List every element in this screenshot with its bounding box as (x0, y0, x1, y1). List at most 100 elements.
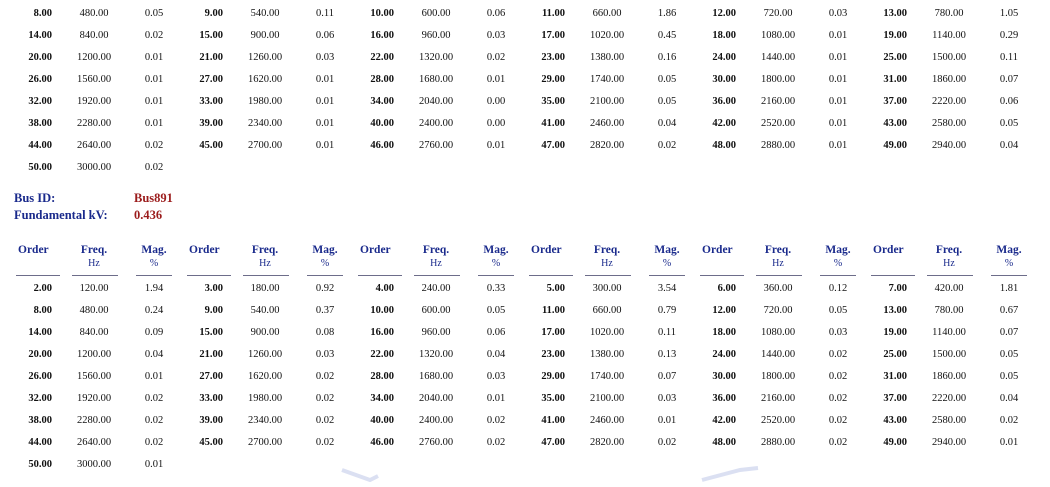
freq-cell: 2040.00 (418, 393, 454, 404)
freq-cell: 1740.00 (589, 371, 625, 382)
header-mag-unit: % (320, 258, 330, 269)
freq-cell: 1080.00 (760, 30, 796, 41)
order-cell: 43.00 (883, 118, 907, 129)
freq-cell: 2520.00 (760, 118, 796, 129)
order-cell: 13.00 (883, 305, 907, 316)
freq-cell: 120.00 (79, 283, 109, 294)
order-cell: 19.00 (883, 30, 907, 41)
table-row: 14.00 840.00 0.02 15.00 900.00 0.06 16.00 960.0… (0, 25, 1050, 47)
freq-cell: 1680.00 (418, 371, 454, 382)
freq-cell: 300.00 (592, 283, 622, 294)
mag-cell: 0.01 (315, 96, 335, 107)
freq-cell: 2220.00 (931, 393, 967, 404)
header-freq-unit: Hz (943, 258, 955, 269)
mag-cell: 0.79 (657, 305, 677, 316)
order-cell: 8.00 (33, 8, 52, 19)
table-row: 26.00 1560.00 0.01 27.00 1620.00 0.02 28.00 168… (0, 366, 1050, 388)
order-cell: 43.00 (883, 415, 907, 426)
mag-cell: 0.02 (144, 140, 164, 151)
mag-cell: 0.01 (657, 415, 677, 426)
header-order: Order (873, 244, 904, 256)
freq-cell: 2040.00 (418, 96, 454, 107)
header-underline (871, 275, 915, 276)
order-cell: 22.00 (370, 52, 394, 63)
mag-cell: 0.02 (315, 437, 335, 448)
header-mag: Mag.% (474, 244, 518, 269)
order-cell: 18.00 (712, 327, 736, 338)
freq-cell: 2700.00 (247, 437, 283, 448)
freq-cell: 1080.00 (760, 327, 796, 338)
header-mag-unit: % (1004, 258, 1014, 269)
order-cell: 11.00 (541, 8, 565, 19)
freq-cell: 2520.00 (760, 415, 796, 426)
order-cell: 32.00 (28, 96, 52, 107)
order-cell: 3.00 (204, 283, 223, 294)
mag-cell: 0.01 (828, 52, 848, 63)
bus-id-value: Bus891 (134, 191, 173, 205)
mag-cell: 0.02 (828, 393, 848, 404)
header-freq-unit: Hz (601, 258, 613, 269)
freq-cell: 1200.00 (76, 52, 112, 63)
freq-cell: 1500.00 (931, 52, 967, 63)
order-cell: 9.00 (204, 305, 223, 316)
freq-cell: 1860.00 (931, 371, 967, 382)
mag-cell: 0.01 (315, 140, 335, 151)
order-cell: 28.00 (370, 371, 394, 382)
freq-cell: 420.00 (934, 283, 964, 294)
mag-cell: 0.02 (144, 393, 164, 404)
order-cell: 49.00 (883, 437, 907, 448)
mag-cell: 0.02 (315, 371, 335, 382)
harmonic-table-previous-bus: 8.00 480.00 0.05 9.00 540.00 0.11 10.00 600.00 0… (0, 3, 1050, 179)
header-freq-unit: Hz (259, 258, 271, 269)
order-cell: 36.00 (712, 393, 736, 404)
order-cell: 15.00 (199, 30, 223, 41)
header-order: Order (18, 244, 49, 256)
order-cell: 25.00 (883, 52, 907, 63)
freq-cell: 1740.00 (589, 74, 625, 85)
watermark-fragment (340, 466, 380, 483)
header-underline (187, 275, 231, 276)
order-cell: 12.00 (712, 8, 736, 19)
mag-cell: 0.16 (657, 52, 677, 63)
order-cell: 44.00 (28, 140, 52, 151)
mag-cell: 0.03 (315, 52, 335, 63)
order-cell: 30.00 (712, 74, 736, 85)
order-cell: 47.00 (541, 437, 565, 448)
mag-cell: 0.01 (144, 118, 164, 129)
order-cell: 23.00 (541, 349, 565, 360)
header-freq-label: Freq. (935, 244, 963, 256)
mag-cell: 0.24 (144, 305, 164, 316)
freq-cell: 600.00 (421, 8, 451, 19)
mag-cell: 0.04 (657, 118, 677, 129)
order-cell: 31.00 (883, 371, 907, 382)
mag-cell: 0.02 (657, 140, 677, 151)
mag-cell: 0.02 (828, 371, 848, 382)
order-cell: 23.00 (541, 52, 565, 63)
order-cell: 7.00 (888, 283, 907, 294)
header-underline (927, 275, 973, 276)
order-cell: 13.00 (883, 8, 907, 19)
mag-cell: 1.05 (999, 8, 1019, 19)
header-underline (756, 275, 802, 276)
header-freq-label: Freq. (593, 244, 621, 256)
order-cell: 39.00 (199, 415, 223, 426)
mag-cell: 0.67 (999, 305, 1019, 316)
mag-cell: 0.02 (144, 415, 164, 426)
header-underline (529, 275, 573, 276)
mag-cell: 0.02 (144, 30, 164, 41)
order-cell: 37.00 (883, 96, 907, 107)
freq-cell: 480.00 (79, 8, 109, 19)
header-freq-unit: Hz (88, 258, 100, 269)
order-cell: 48.00 (712, 140, 736, 151)
freq-cell: 1260.00 (247, 349, 283, 360)
header-mag-unit: % (833, 258, 843, 269)
header-mag-label: Mag. (996, 244, 1022, 256)
mag-cell: 0.01 (828, 30, 848, 41)
mag-cell: 0.02 (486, 415, 506, 426)
order-cell: 4.00 (375, 283, 394, 294)
header-underline (585, 275, 631, 276)
freq-cell: 780.00 (934, 305, 964, 316)
order-cell: 42.00 (712, 118, 736, 129)
mag-cell: 0.92 (315, 283, 335, 294)
mag-cell: 0.13 (657, 349, 677, 360)
